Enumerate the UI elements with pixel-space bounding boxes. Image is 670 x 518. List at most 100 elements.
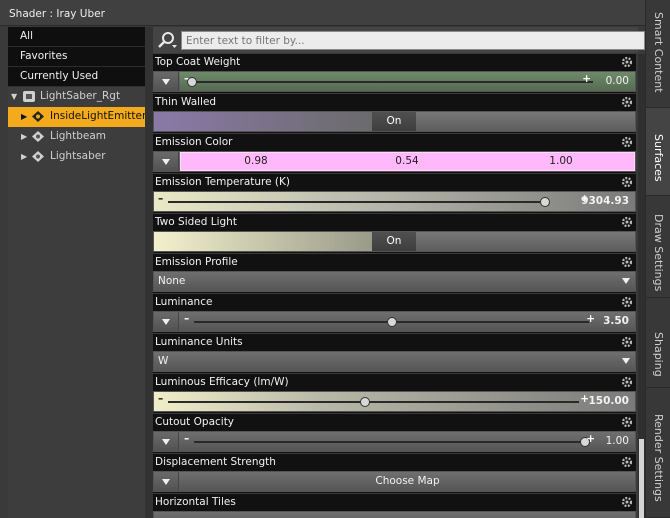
luminance-units-dropdown[interactable]: W	[154, 352, 635, 371]
plus-icon[interactable]: +	[586, 433, 595, 445]
color-red-value[interactable]: 0.98	[226, 155, 286, 167]
luminous-efficacy-slider[interactable]: – + 150.00	[154, 392, 635, 411]
top-coat-weight-slider[interactable]: – + 0.00	[180, 72, 635, 91]
expand-arrow-icon[interactable]: ▶	[21, 152, 27, 161]
property-value[interactable]: 1.00	[606, 435, 629, 447]
property-label: Cutout Opacity	[155, 416, 235, 428]
property-label: Top Coat Weight	[155, 56, 241, 68]
gear-icon[interactable]	[621, 96, 633, 108]
two-sided-light-toggle[interactable]: On	[372, 232, 416, 251]
dropdown-value: W	[158, 355, 169, 367]
property-menu-button[interactable]	[154, 432, 179, 451]
property-menu-button[interactable]	[154, 72, 179, 91]
tree-item-lightsaber-rgt[interactable]: ▼ LightSaber_Rgt	[8, 87, 145, 107]
property-value[interactable]: 3.50	[603, 315, 629, 327]
property-displacement-strength: Displacement Strength Choose Map	[153, 454, 636, 493]
minus-icon[interactable]: –	[184, 433, 189, 445]
minus-icon[interactable]: –	[158, 193, 163, 205]
gear-icon[interactable]	[621, 376, 633, 388]
slider-track	[194, 441, 585, 443]
property-emission-color: Emission Color 0.98 0.54 1.00	[153, 134, 636, 173]
emission-profile-dropdown[interactable]: None	[154, 272, 635, 291]
plus-icon[interactable]: +	[582, 73, 591, 85]
property-control: – + 150.00	[153, 391, 636, 412]
thin-walled-toggle[interactable]: On	[372, 112, 416, 131]
property-menu-button[interactable]	[154, 152, 179, 171]
slider-thumb[interactable]	[187, 77, 197, 87]
slider-thumb[interactable]	[386, 317, 397, 327]
scrollbar-thumb[interactable]	[639, 439, 644, 518]
expand-arrow-icon[interactable]: ▶	[21, 112, 27, 121]
luminance-slider[interactable]: – + 3.50	[180, 312, 635, 331]
tab-label: Shaping	[652, 332, 665, 377]
tree-item-insidelightemitter[interactable]: ▶ InsideLightEmitter	[8, 107, 146, 127]
property-label: Horizontal Tiles	[155, 496, 236, 508]
figure-icon	[23, 91, 35, 102]
category-currently-used[interactable]: Currently Used	[8, 67, 145, 87]
property-label: Luminance	[155, 296, 213, 308]
category-favorites[interactable]: Favorites	[8, 47, 145, 67]
property-luminous-efficacy: Luminous Efficacy (lm/W) – + 150.00	[153, 374, 636, 413]
gear-icon[interactable]	[621, 176, 633, 188]
tab-label: Render Settings	[652, 414, 665, 502]
panel-splitter[interactable]	[145, 27, 153, 518]
property-control: – + 9304.93	[153, 191, 636, 212]
color-blue-value[interactable]: 1.00	[531, 155, 591, 167]
toggle-off-area[interactable]	[154, 232, 372, 251]
emission-temperature-slider[interactable]: – + 9304.93	[154, 192, 635, 211]
expand-arrow-icon[interactable]: ▶	[21, 132, 27, 141]
tree-item-lightsaber[interactable]: ▶ Lightsaber	[8, 147, 145, 167]
gear-icon[interactable]	[621, 496, 633, 508]
gear-icon[interactable]	[621, 336, 633, 348]
gear-icon[interactable]	[621, 136, 633, 148]
chevron-down-icon	[622, 358, 630, 364]
property-emission-temperature: Emission Temperature (K) – + 9304.93	[153, 174, 636, 213]
category-all[interactable]: All	[8, 27, 145, 47]
emission-color-swatch[interactable]: 0.98 0.54 1.00	[180, 152, 635, 171]
slider-thumb[interactable]	[360, 397, 371, 407]
property-control: – + 0.00	[153, 71, 636, 92]
tree-item-label: LightSaber_Rgt	[40, 90, 121, 102]
toggle-right-area[interactable]	[416, 112, 635, 131]
slider-thumb[interactable]	[540, 197, 551, 207]
tab-render-settings[interactable]: Render Settings	[646, 388, 670, 518]
gear-icon[interactable]	[621, 296, 633, 308]
color-green-value[interactable]: 0.54	[377, 155, 437, 167]
toggle-right-area[interactable]	[416, 232, 635, 251]
property-menu-button[interactable]	[154, 472, 179, 491]
chevron-down-icon	[622, 278, 630, 284]
gear-icon[interactable]	[621, 456, 633, 468]
property-menu-button[interactable]	[154, 312, 179, 331]
filter-input[interactable]	[181, 31, 645, 50]
choose-map-button[interactable]: Choose Map	[180, 472, 635, 491]
search-icon[interactable]	[156, 30, 178, 50]
minus-icon[interactable]: –	[184, 313, 189, 325]
tab-draw-settings[interactable]: Draw Settings	[646, 196, 670, 298]
property-label: Two Sided Light	[155, 216, 237, 228]
property-control: W	[153, 351, 636, 372]
tab-smart-content[interactable]: Smart Content	[646, 0, 670, 108]
left-panel: All Favorites Currently Used ▼ LightSabe…	[8, 27, 146, 518]
property-two-sided-light: Two Sided Light On	[153, 214, 636, 253]
surface-icon	[32, 151, 44, 162]
tree-item-lightbeam[interactable]: ▶ Lightbeam	[8, 127, 145, 147]
property-value[interactable]: 0.00	[606, 75, 629, 87]
gear-icon[interactable]	[621, 416, 633, 428]
filter-bar	[153, 27, 645, 53]
minus-icon[interactable]: –	[158, 393, 163, 405]
toggle-off-area[interactable]	[154, 112, 372, 131]
slider-track	[168, 401, 579, 403]
property-top-coat-weight: Top Coat Weight – + 0.00	[153, 54, 636, 93]
property-value[interactable]: 150.00	[588, 395, 629, 407]
tab-shaping[interactable]: Shaping	[646, 298, 670, 388]
property-value[interactable]: 9304.93	[581, 195, 629, 207]
cutout-opacity-slider[interactable]: – + 1.00	[180, 432, 635, 451]
gear-icon[interactable]	[621, 56, 633, 68]
collapse-arrow-icon[interactable]: ▼	[11, 92, 17, 101]
scrollbar[interactable]	[638, 54, 645, 518]
plus-icon[interactable]: +	[586, 313, 595, 325]
gear-icon[interactable]	[621, 216, 633, 228]
property-horizontal-tiles: Horizontal Tiles	[153, 494, 636, 518]
tab-surfaces[interactable]: Surfaces	[646, 108, 670, 196]
gear-icon[interactable]	[621, 256, 633, 268]
